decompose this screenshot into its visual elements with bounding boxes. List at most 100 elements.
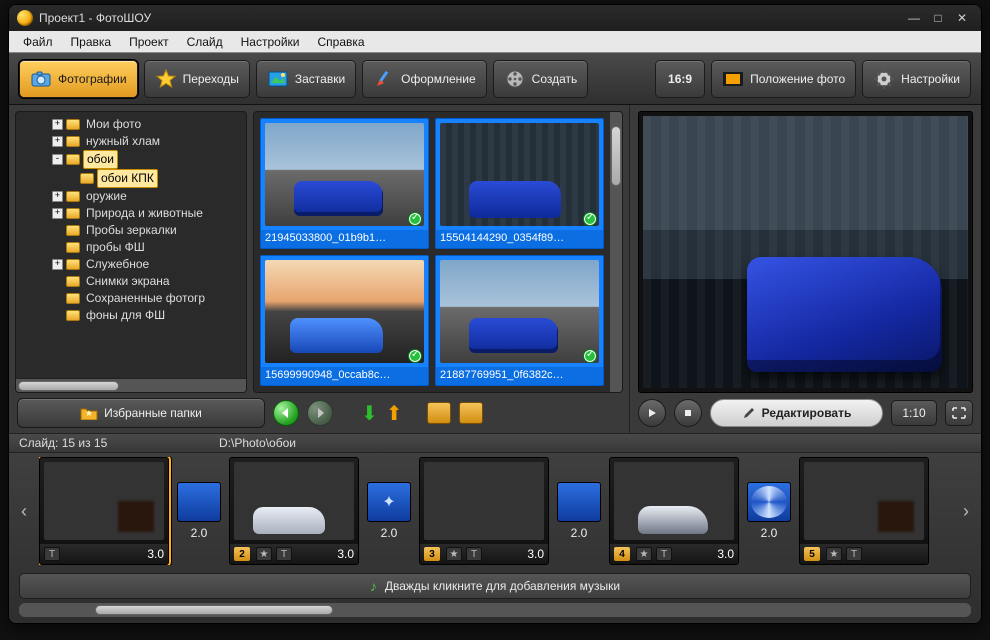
tree-item[interactable]: +нужный хлам bbox=[52, 133, 244, 150]
edit-button[interactable]: Редактировать bbox=[710, 399, 883, 427]
timeline-transition[interactable]: 2.0 bbox=[365, 482, 413, 540]
tree-item[interactable]: пробы ФШ bbox=[52, 239, 244, 256]
timeline-transition[interactable]: 2.0 bbox=[555, 482, 603, 540]
timeline-slide[interactable]: 5★T bbox=[799, 457, 929, 565]
menu-edit[interactable]: Правка bbox=[63, 33, 120, 51]
tab-create[interactable]: Создать bbox=[493, 60, 589, 98]
menu-settings[interactable]: Настройки bbox=[233, 33, 308, 51]
folder-star-icon bbox=[80, 406, 98, 420]
slide-star-button[interactable]: ★ bbox=[256, 547, 272, 561]
timeline-transition[interactable]: 2.0 bbox=[745, 482, 793, 540]
music-track-bar[interactable]: ♪ Дважды кликните для добавления музыки bbox=[19, 573, 971, 599]
tree-item[interactable]: Пробы зеркалки bbox=[52, 222, 244, 239]
tree-item[interactable]: + Природа и животные bbox=[52, 205, 244, 222]
tree-item[interactable]: +оружие bbox=[52, 188, 244, 205]
aspect-ratio-button[interactable]: 16:9 bbox=[655, 60, 705, 98]
tree-item[interactable]: -обоиобои КПК bbox=[52, 150, 244, 188]
settings-button[interactable]: Настройки bbox=[862, 60, 971, 98]
thumbnail-image bbox=[440, 123, 599, 226]
transition-duration[interactable]: 2.0 bbox=[761, 526, 778, 540]
transition-duration[interactable]: 2.0 bbox=[191, 526, 208, 540]
timeline-slide[interactable]: 4★T3.0 bbox=[609, 457, 739, 565]
tab-design[interactable]: Оформление bbox=[362, 60, 486, 98]
tab-transitions[interactable]: Переходы bbox=[144, 60, 250, 98]
tree-item-label: пробы ФШ bbox=[83, 239, 148, 256]
slide-text-button[interactable]: T bbox=[656, 547, 672, 561]
tree-item[interactable]: Снимки экрана bbox=[52, 273, 244, 290]
transition-duration[interactable]: 2.0 bbox=[571, 526, 588, 540]
thumbnail[interactable]: 21887769951_0f6382c… bbox=[435, 255, 604, 386]
expand-toggle-icon[interactable]: + bbox=[52, 191, 63, 202]
slide-star-button[interactable]: ★ bbox=[636, 547, 652, 561]
slide-text-button[interactable]: T bbox=[44, 547, 60, 561]
add-down-icon[interactable]: ⬇ bbox=[361, 401, 378, 426]
expand-toggle-icon[interactable]: + bbox=[52, 136, 63, 147]
slide-number: 3 bbox=[424, 547, 440, 561]
tab-bumpers[interactable]: Заставки bbox=[256, 60, 356, 98]
expand-toggle-icon[interactable]: + bbox=[52, 259, 63, 270]
open-folder-button[interactable] bbox=[459, 402, 483, 424]
timeline-next-button[interactable]: › bbox=[957, 466, 975, 556]
menu-file[interactable]: Файл bbox=[15, 33, 61, 51]
transition-duration[interactable]: 2.0 bbox=[381, 526, 398, 540]
thumbnail[interactable]: 15504144290_0354f89… bbox=[435, 118, 604, 249]
tree-item[interactable]: Сохраненные фотогр bbox=[52, 290, 244, 307]
slide-duration[interactable]: 3.0 bbox=[147, 547, 164, 561]
tree-item-label: Природа и животные bbox=[83, 205, 206, 222]
tree-item[interactable]: обои КПК bbox=[66, 169, 244, 188]
expand-toggle-icon[interactable]: + bbox=[52, 119, 63, 130]
timeline-slide[interactable]: 2★T3.0 bbox=[229, 457, 359, 565]
slide-text-button[interactable]: T bbox=[466, 547, 482, 561]
timeline-hscrollbar[interactable] bbox=[19, 603, 971, 617]
slide-star-button[interactable]: ★ bbox=[446, 547, 462, 561]
slide-text-button[interactable]: T bbox=[846, 547, 862, 561]
expand-toggle-icon[interactable]: - bbox=[52, 154, 63, 165]
tree-hscrollbar[interactable] bbox=[16, 378, 246, 392]
slide-image bbox=[234, 462, 354, 540]
menu-help[interactable]: Справка bbox=[309, 33, 372, 51]
slide-duration[interactable]: 3.0 bbox=[527, 547, 544, 561]
play-button[interactable] bbox=[638, 399, 666, 427]
fullscreen-button[interactable] bbox=[945, 400, 973, 426]
slide-bar: 5★T bbox=[800, 544, 928, 564]
slide-duration[interactable]: 3.0 bbox=[337, 547, 354, 561]
tree-item[interactable]: фоны для ФШ bbox=[52, 307, 244, 324]
tab-photos[interactable]: Фотографии bbox=[19, 60, 138, 98]
tab-transitions-label: Переходы bbox=[183, 72, 239, 86]
slide-counter: Слайд: 15 из 15 bbox=[19, 436, 199, 450]
timeline-slide[interactable]: T 3.0 bbox=[39, 457, 169, 565]
timeline-slide[interactable]: 3 ★ T 3.0 bbox=[419, 457, 549, 565]
window-title: Проект1 - ФотоШОУ bbox=[39, 11, 151, 25]
timeline-prev-button[interactable]: ‹ bbox=[15, 466, 33, 556]
menu-slide[interactable]: Слайд bbox=[179, 33, 231, 51]
minimize-button[interactable]: — bbox=[903, 10, 925, 26]
slide-text-button[interactable]: T bbox=[276, 547, 292, 561]
photo-position-button[interactable]: Положение фото bbox=[711, 60, 856, 98]
tree-item[interactable]: +Служебное bbox=[52, 256, 244, 273]
favorite-folders-button[interactable]: Избранные папки bbox=[17, 398, 265, 428]
picture-inset-icon bbox=[722, 68, 744, 90]
stop-button[interactable] bbox=[674, 399, 702, 427]
nav-forward-button[interactable] bbox=[307, 400, 333, 426]
folder-icon bbox=[66, 136, 80, 147]
timeline-strip[interactable]: ‹ T3.02.02★T3.02.03★T3.02.04★T3.02.05★T … bbox=[9, 453, 981, 569]
tree-item-label: Пробы зеркалки bbox=[83, 222, 180, 239]
tree-item[interactable]: +Мои фото bbox=[52, 116, 244, 133]
timeline-transition[interactable]: 2.0 bbox=[175, 482, 223, 540]
slide-star-button[interactable]: ★ bbox=[826, 547, 842, 561]
slide-duration[interactable]: 3.0 bbox=[717, 547, 734, 561]
nav-back-button[interactable] bbox=[273, 400, 299, 426]
thumbs-vscrollbar[interactable] bbox=[610, 112, 622, 392]
add-folder-button[interactable] bbox=[427, 402, 451, 424]
thumbnail[interactable]: 15699990948_0ccab8c… bbox=[260, 255, 429, 386]
remove-up-icon[interactable]: ⬆ bbox=[386, 401, 403, 426]
thumbnail-caption: 21887769951_0f6382c… bbox=[436, 367, 603, 385]
expand-toggle-icon[interactable]: + bbox=[52, 208, 63, 219]
picture-icon bbox=[267, 68, 289, 90]
slide-image bbox=[804, 462, 924, 540]
menu-project[interactable]: Проект bbox=[121, 33, 177, 51]
thumbnail[interactable]: 21945033800_01b9b1… bbox=[260, 118, 429, 249]
maximize-button[interactable]: □ bbox=[927, 10, 949, 26]
folder-tree[interactable]: +Мои фото+нужный хлам-обоиобои КПК+оружи… bbox=[16, 112, 246, 378]
close-button[interactable]: ✕ bbox=[951, 10, 973, 26]
